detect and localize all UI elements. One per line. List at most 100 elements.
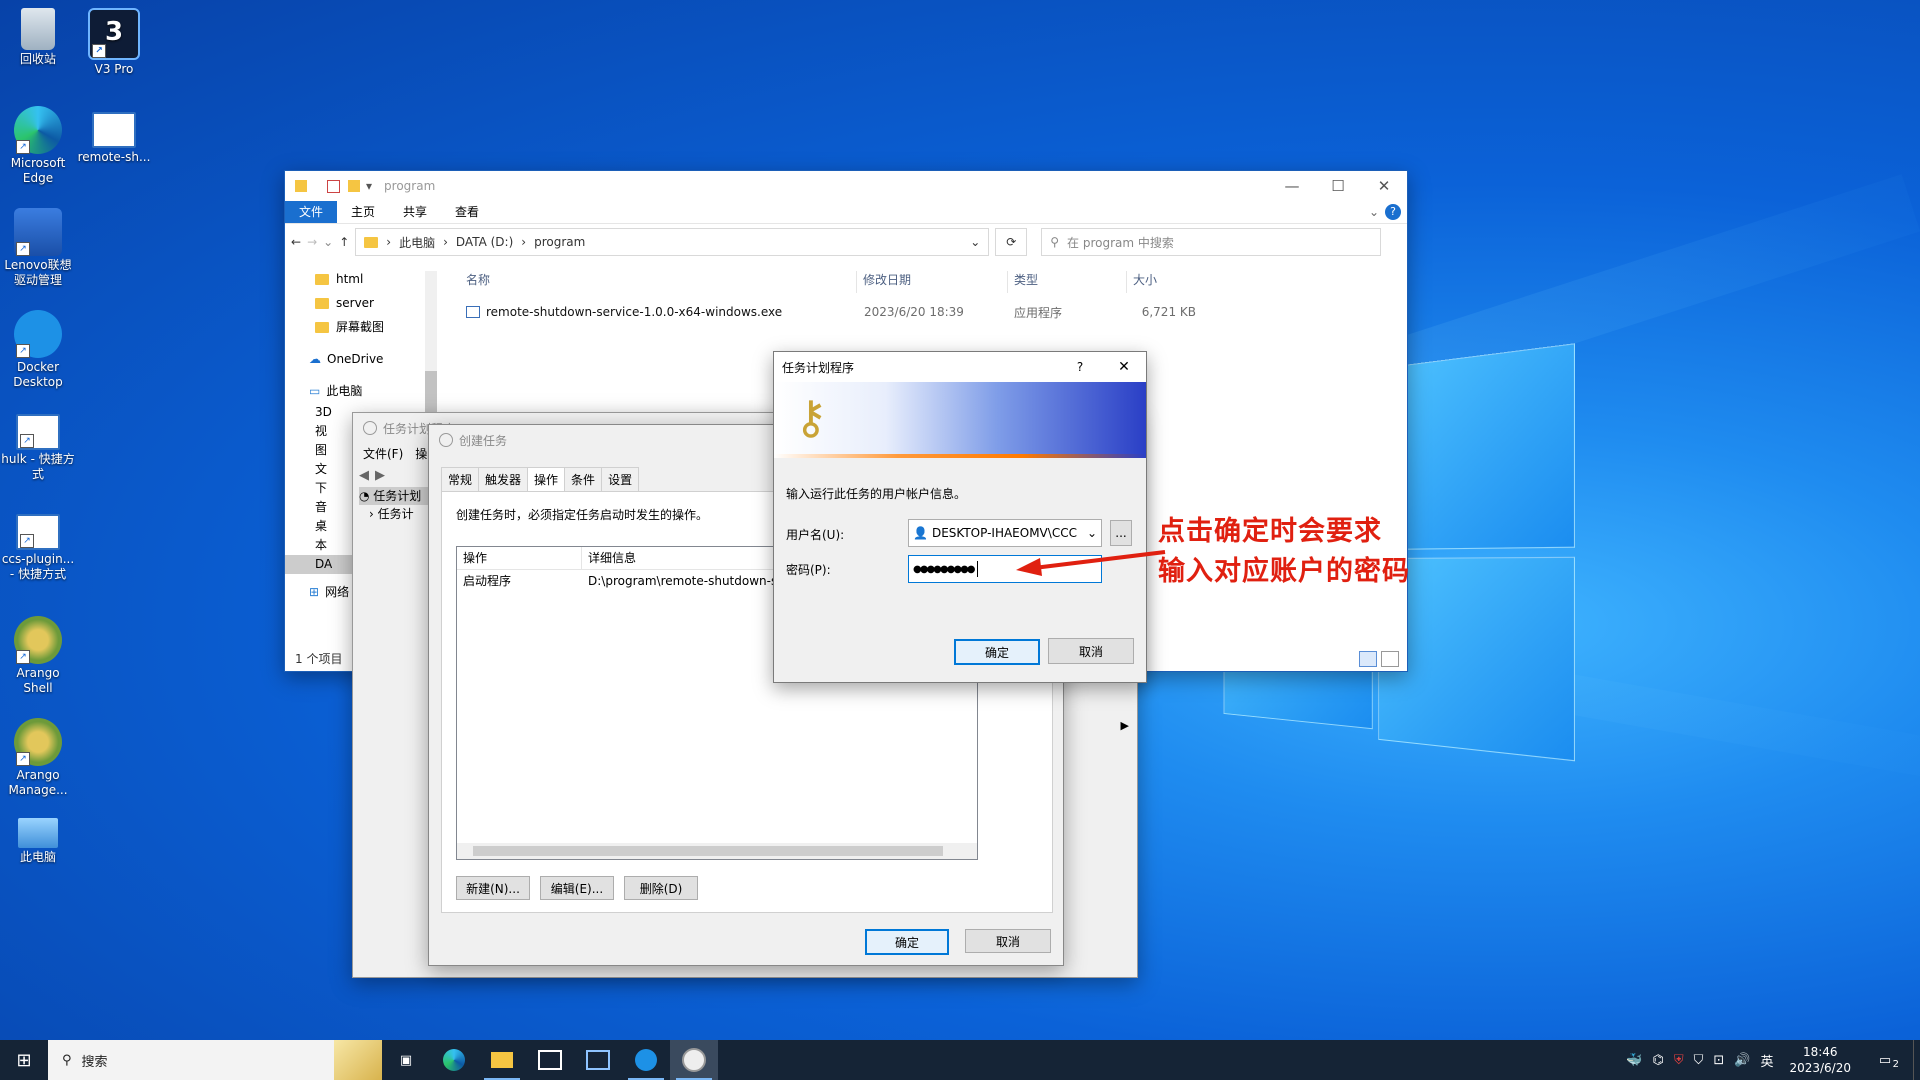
- delete-action-button[interactable]: 删除(D): [624, 876, 698, 900]
- desktop-icon-edge[interactable]: ↗ Microsoft Edge: [0, 106, 76, 186]
- tab-actions[interactable]: 操作: [527, 467, 565, 491]
- column-header-detail[interactable]: 详细信息: [582, 547, 636, 569]
- qat-dropdown-icon[interactable]: ▾: [366, 179, 372, 193]
- annotation-text: 点击确定时会要求 输入对应账户的密码: [1158, 512, 1410, 592]
- taskbar-task-scheduler-icon[interactable]: [670, 1040, 718, 1080]
- menu-action[interactable]: 操: [415, 445, 427, 462]
- breadcrumb-item[interactable]: 此电脑: [399, 234, 435, 251]
- up-icon[interactable]: ↑: [339, 235, 349, 249]
- forward-icon[interactable]: →: [307, 235, 317, 249]
- desktop-icon-this-pc[interactable]: 此电脑: [0, 818, 76, 865]
- chevron-down-icon[interactable]: ⌄: [1083, 526, 1101, 540]
- taskbar-search[interactable]: ⚲ 搜索: [48, 1040, 334, 1080]
- ribbon-tab-share[interactable]: 共享: [389, 201, 441, 223]
- nav-item-folder[interactable]: html: [285, 267, 435, 291]
- chevron-down-icon[interactable]: ⌄: [970, 235, 980, 249]
- recent-locations-icon[interactable]: ⌄: [323, 235, 333, 249]
- this-pc-icon: [18, 818, 58, 848]
- network-tray-icon[interactable]: ⌬: [1652, 1053, 1663, 1068]
- desktop-icon-arango-shell[interactable]: ↗ Arango Shell: [0, 616, 76, 696]
- clock[interactable]: 18:46 2023/6/20: [1789, 1044, 1851, 1076]
- user-account-dialog: 任务计划程序 ? ✕ ⚷ 输入运行此任务的用户帐户信息。 用户名(U): 👤 D…: [773, 351, 1147, 683]
- back-icon[interactable]: ←: [291, 235, 301, 249]
- tab-general[interactable]: 常规: [441, 467, 479, 491]
- new-action-button[interactable]: 新建(N)...: [456, 876, 530, 900]
- desktop-icon-recycle-bin[interactable]: 回收站: [0, 8, 76, 67]
- volume-icon[interactable]: 🔊: [1734, 1053, 1750, 1068]
- ribbon-tab-file[interactable]: 文件: [285, 201, 337, 223]
- show-desktop-button[interactable]: [1913, 1040, 1920, 1080]
- actions-expand-icon[interactable]: ▶: [1121, 719, 1129, 732]
- tab-settings[interactable]: 设置: [601, 467, 639, 491]
- ok-button[interactable]: 确定: [865, 929, 949, 955]
- cancel-button[interactable]: 取消: [1048, 638, 1134, 664]
- menu-file[interactable]: 文件(F): [363, 445, 403, 462]
- docker-tray-icon[interactable]: 🐳: [1626, 1053, 1642, 1068]
- taskbar-explorer-icon[interactable]: [478, 1040, 526, 1080]
- taskbar: ⊞ ⚲ 搜索 ▣ 🐳 ⌬ ⛨ ⛉ ⊡ 🔊 英 18:46 2023/6/20 ▭…: [0, 1040, 1920, 1080]
- address-bar[interactable]: › 此电脑 › DATA (D:) › program ⌄: [355, 228, 989, 256]
- tree-item[interactable]: ◔ 任务计划: [359, 487, 429, 505]
- tab-triggers[interactable]: 触发器: [478, 467, 528, 491]
- network-icon[interactable]: ⊡: [1713, 1053, 1724, 1068]
- desktop-icon-hulk[interactable]: ↗ hulk - 快捷方式: [0, 414, 76, 482]
- ribbon-tab-home[interactable]: 主页: [337, 201, 389, 223]
- taskbar-edge-icon[interactable]: [430, 1040, 478, 1080]
- username-combobox[interactable]: 👤 DESKTOP-IHAEOMV\CCC ⌄: [908, 519, 1102, 547]
- nav-item-thispc[interactable]: ▭ 此电脑: [285, 379, 435, 403]
- details-view-icon[interactable]: [1359, 651, 1377, 667]
- column-header-name[interactable]: 名称: [450, 271, 856, 293]
- cancel-button[interactable]: 取消: [965, 929, 1051, 953]
- help-button[interactable]: ?: [1058, 360, 1102, 374]
- notification-button[interactable]: ▭ 2: [1867, 1053, 1903, 1068]
- refresh-button[interactable]: ⟳: [995, 228, 1027, 256]
- breadcrumb-item[interactable]: DATA (D:): [456, 235, 513, 249]
- chevron-right-icon: ›: [369, 507, 378, 521]
- breadcrumb-item[interactable]: program: [534, 235, 585, 249]
- nav-item-onedrive[interactable]: ☁ OneDrive: [285, 347, 435, 371]
- help-icon[interactable]: ?: [1385, 204, 1401, 220]
- browse-user-button[interactable]: ...: [1110, 520, 1132, 546]
- ime-indicator[interactable]: 英: [1760, 1051, 1773, 1070]
- minimize-button[interactable]: —: [1269, 171, 1315, 201]
- maximize-button[interactable]: ☐: [1315, 171, 1361, 201]
- taskbar-app-window-icon[interactable]: [526, 1040, 574, 1080]
- close-button[interactable]: ✕: [1102, 359, 1146, 375]
- taskbar-docker-icon[interactable]: [622, 1040, 670, 1080]
- close-button[interactable]: ✕: [1361, 171, 1407, 201]
- desktop-icon-lenovo[interactable]: ↗ Lenovo联想驱动管理: [0, 208, 76, 288]
- tree-item[interactable]: › 任务计: [359, 505, 429, 523]
- desktop-icon-docker[interactable]: ↗ Docker Desktop: [0, 310, 76, 390]
- ok-button[interactable]: 确定: [954, 639, 1040, 665]
- large-icons-view-icon[interactable]: [1381, 651, 1399, 667]
- desktop-icon-arango-manage[interactable]: ↗ Arango Manage...: [0, 718, 76, 798]
- edit-action-button[interactable]: 编辑(E)...: [540, 876, 614, 900]
- desktop-icon-v3-pro[interactable]: 3 ↗ V3 Pro: [76, 8, 152, 77]
- taskbar-app-window-icon[interactable]: [574, 1040, 622, 1080]
- column-header-type[interactable]: 类型: [1007, 271, 1126, 293]
- horizontal-scrollbar[interactable]: [457, 843, 977, 859]
- shield-icon[interactable]: ⛉: [1694, 1053, 1704, 1068]
- task-view-icon[interactable]: ▣: [382, 1040, 430, 1080]
- security-tray-icon[interactable]: ⛨: [1674, 1053, 1684, 1068]
- ribbon-tab-view[interactable]: 查看: [441, 201, 493, 223]
- column-header-action[interactable]: 操作: [457, 547, 582, 569]
- tab-conditions[interactable]: 条件: [564, 467, 602, 491]
- properties-icon[interactable]: [327, 180, 340, 193]
- exe-file-icon: [466, 306, 480, 318]
- ribbon-tabs: 文件 主页 共享 查看 ⌄ ?: [285, 201, 1407, 224]
- start-button[interactable]: ⊞: [0, 1040, 48, 1080]
- forward-icon[interactable]: ▶: [375, 468, 385, 483]
- nav-item-folder[interactable]: server: [285, 291, 435, 315]
- search-input[interactable]: ⚲ 在 program 中搜索: [1041, 228, 1381, 256]
- column-header-date[interactable]: 修改日期: [856, 271, 1007, 293]
- dialog-banner: ⚷: [774, 382, 1146, 458]
- back-icon[interactable]: ◀: [359, 468, 369, 483]
- desktop-icon-ccs-plugin[interactable]: ↗ ccs-plugin... - 快捷方式: [0, 514, 76, 582]
- ribbon-expand-icon[interactable]: ⌄: [1363, 201, 1385, 223]
- column-header-size[interactable]: 大小: [1126, 271, 1203, 293]
- desktop-icon-remote-sh[interactable]: remote-sh...: [76, 112, 152, 165]
- nav-item-label: 屏幕截图: [336, 320, 384, 334]
- file-row[interactable]: remote-shutdown-service-1.0.0-x64-window…: [450, 301, 1407, 323]
- nav-item-folder[interactable]: 屏幕截图: [285, 315, 435, 339]
